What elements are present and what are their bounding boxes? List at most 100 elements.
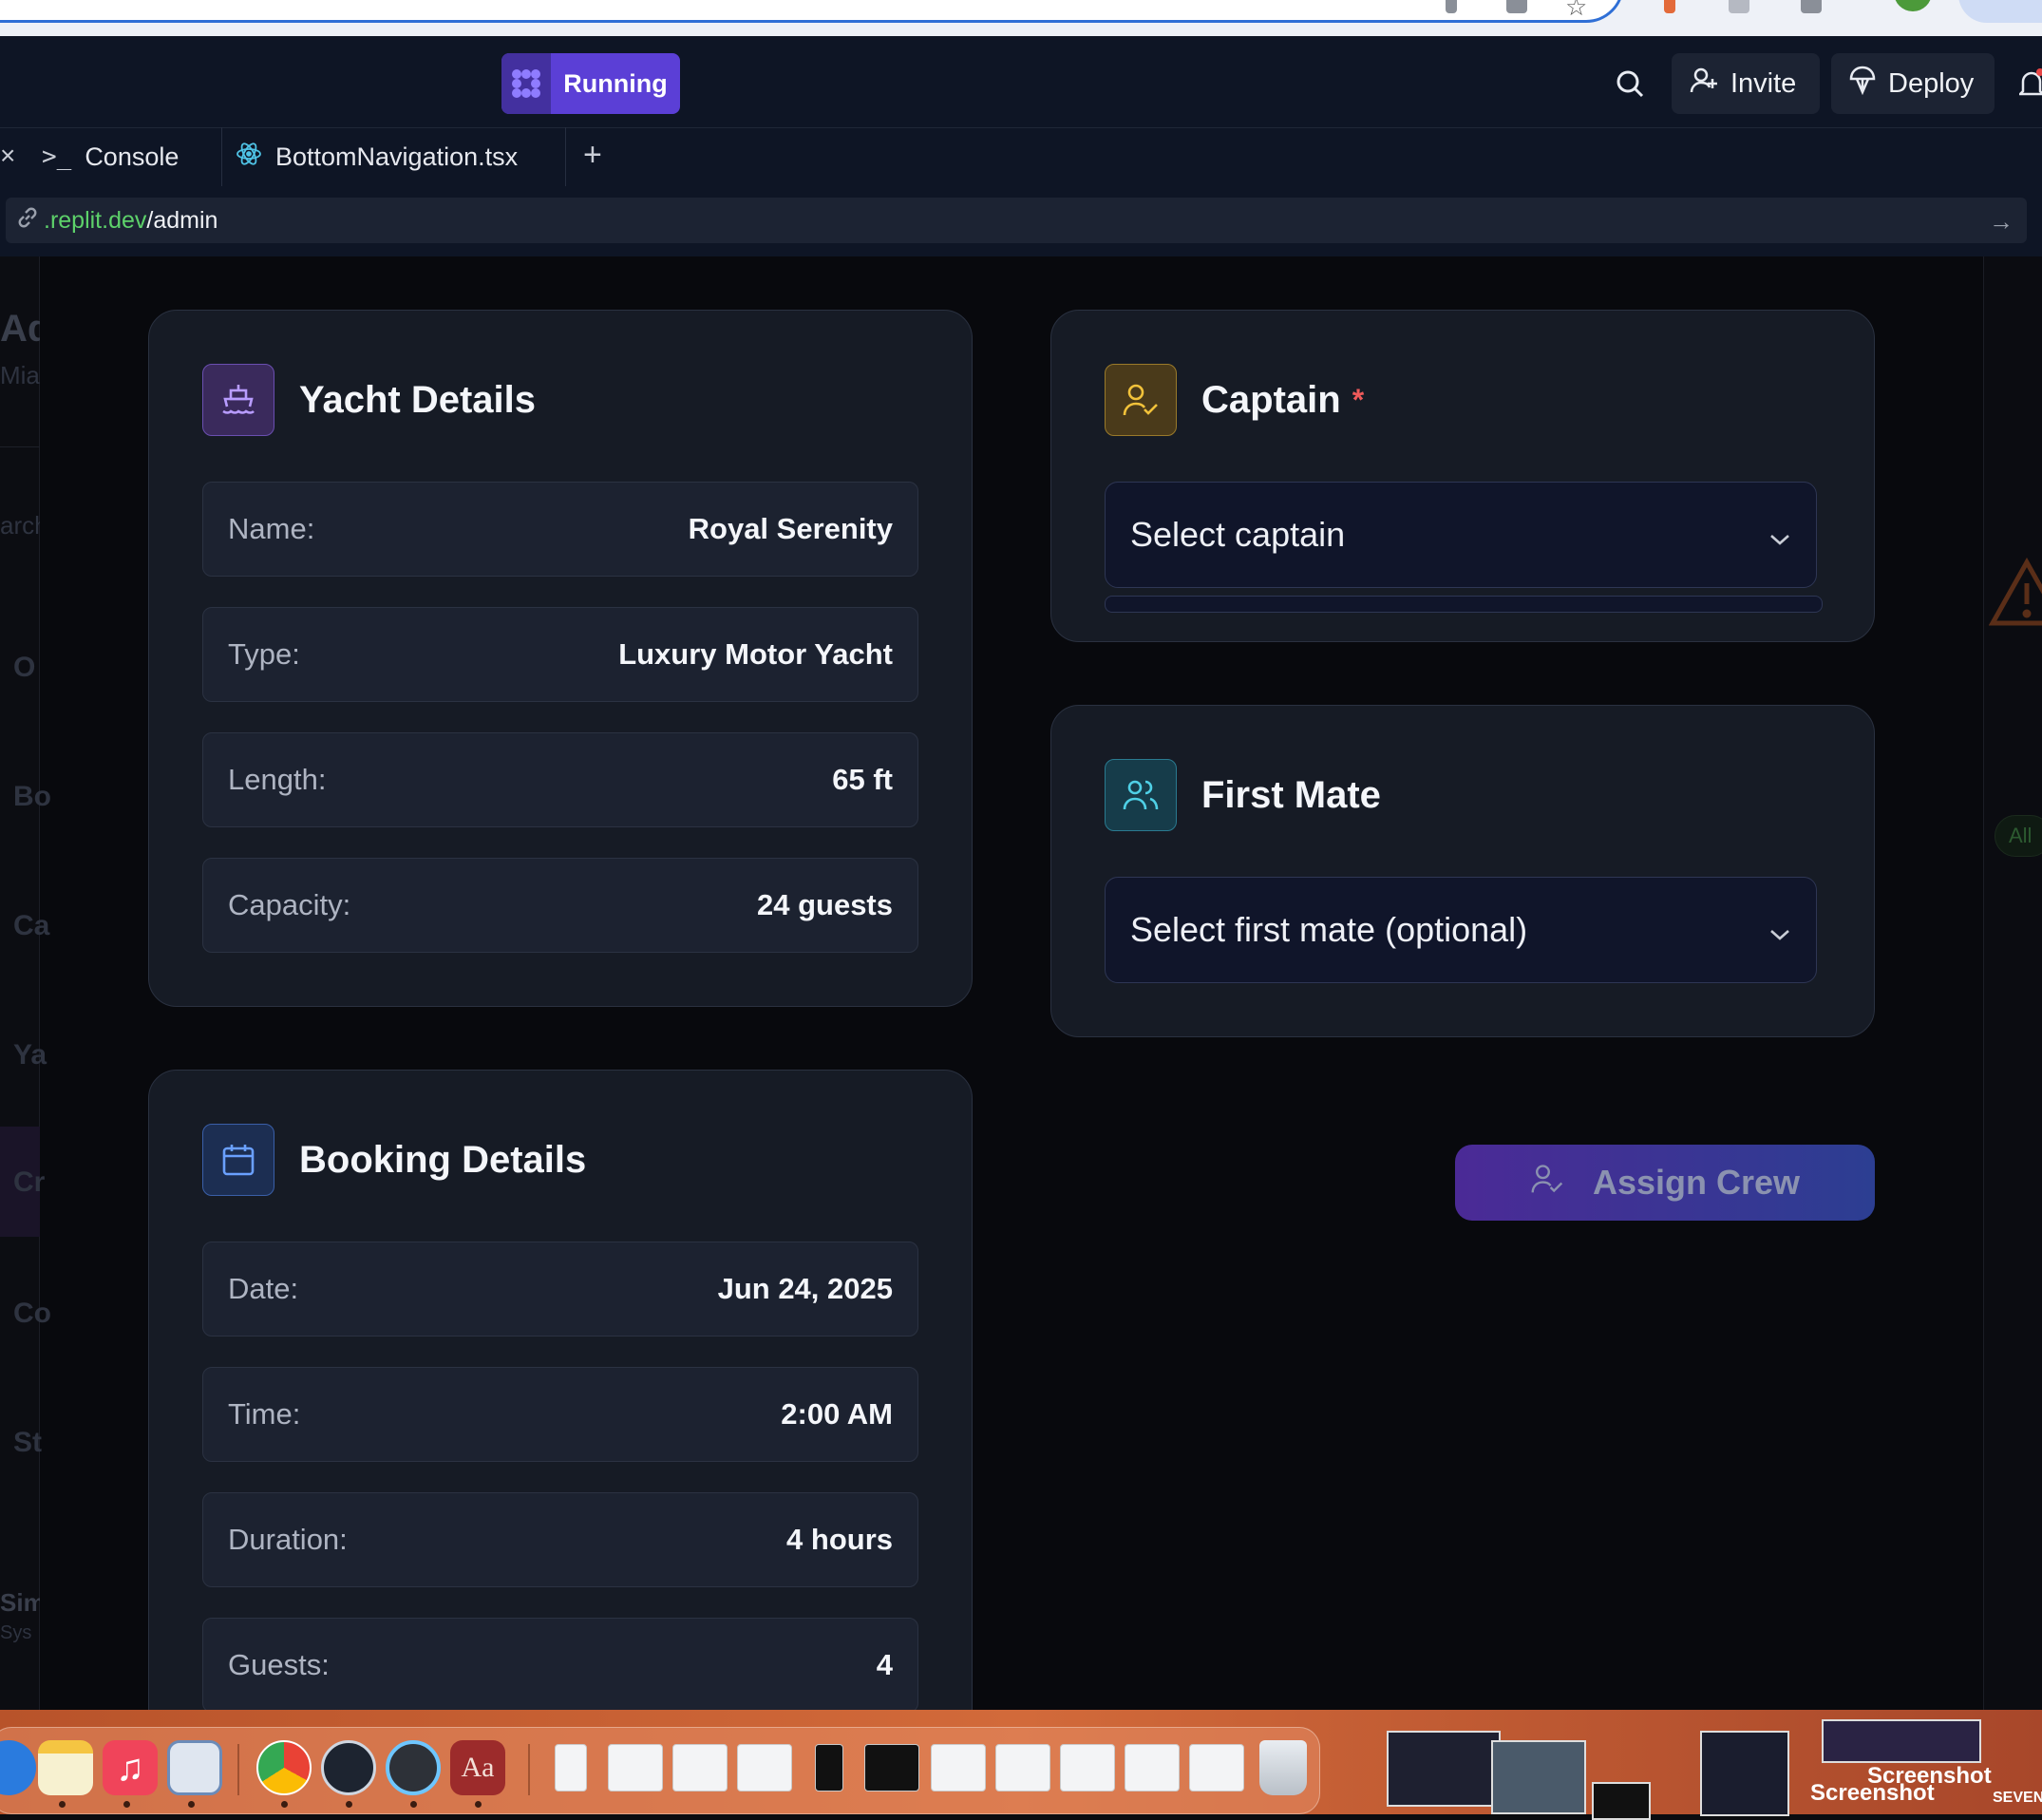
row-value: 4: [876, 1648, 893, 1681]
react-icon: [236, 141, 262, 174]
admin-sidebar-edge: [0, 256, 40, 1710]
browser-omnibox[interactable]: [0, 0, 1624, 23]
captain-dropdown-list[interactable]: [1105, 596, 1823, 613]
document-thumbnail[interactable]: [931, 1744, 986, 1792]
music-icon[interactable]: ♫: [103, 1740, 158, 1795]
run-status-button[interactable]: Running: [501, 53, 680, 114]
row-value: Luxury Motor Yacht: [618, 637, 893, 671]
document-thumbnail[interactable]: [555, 1744, 587, 1792]
sidebar-subtitle-fragment: Mia: [0, 361, 40, 389]
trash-icon[interactable]: [1259, 1740, 1307, 1795]
search-icon[interactable]: [1615, 68, 1645, 104]
quicktime-icon[interactable]: [386, 1740, 441, 1795]
bookmark-star-icon[interactable]: ☆: [1565, 0, 1587, 22]
desktop-screenshot-file[interactable]: [1387, 1731, 1501, 1807]
screenshot-thumbnail[interactable]: [864, 1744, 919, 1792]
row-label: Name:: [228, 512, 315, 545]
yacht-capacity-row: Capacity: 24 guests: [202, 858, 918, 953]
captain-select[interactable]: Select captain: [1105, 482, 1817, 588]
first-mate-select-placeholder: Select first mate (optional): [1130, 910, 1528, 949]
right-panel-edge: [1983, 256, 2042, 1710]
new-tab-plus-icon[interactable]: +: [583, 137, 602, 174]
tab-icon[interactable]: [1729, 0, 1749, 13]
dock-running-dot: [475, 1801, 482, 1808]
calendar-icon: [202, 1124, 274, 1196]
window-icon[interactable]: [1801, 0, 1822, 13]
desktop-file-label: Screenshot: [1867, 1763, 1992, 1789]
deploy-icon: [1848, 65, 1877, 103]
dock-running-dot: [188, 1801, 195, 1808]
sidebar-item-overview[interactable]: O: [13, 652, 53, 684]
sidebar-title-fragment: Ad: [0, 308, 40, 350]
yacht-type-row: Type: Luxury Motor Yacht: [202, 607, 918, 702]
notifications-bell-icon[interactable]: [2016, 68, 2042, 104]
ship-icon: [202, 364, 274, 436]
booking-guests-row: Guests: 4: [202, 1618, 918, 1713]
document-thumbnail[interactable]: [995, 1744, 1050, 1792]
desktop-screenshot-file[interactable]: [1822, 1719, 1981, 1763]
instruments-icon[interactable]: [321, 1740, 376, 1795]
dock-running-dot: [281, 1801, 288, 1808]
desktop-screenshot-file[interactable]: [1700, 1731, 1789, 1816]
sidebar-item-customers[interactable]: Co: [13, 1298, 53, 1330]
tab-bottom-navigation[interactable]: BottomNavigation.tsx: [222, 127, 566, 186]
filter-all-badge[interactable]: All: [1995, 815, 2042, 857]
document-thumbnail[interactable]: [608, 1744, 663, 1792]
captain-card: Captain * Select captain: [1050, 310, 1875, 642]
dock-running-dot: [123, 1801, 130, 1808]
row-label: Type:: [228, 637, 300, 671]
row-label: Length:: [228, 763, 327, 796]
navigate-arrow-icon[interactable]: →: [1989, 207, 2014, 237]
captain-select-placeholder: Select captain: [1130, 515, 1346, 554]
sidebar-search-fragment[interactable]: arch: [0, 511, 40, 540]
yacht-details-title: Yacht Details: [299, 378, 537, 421]
chrome-icon[interactable]: [256, 1740, 312, 1795]
deploy-button[interactable]: Deploy: [1831, 53, 1995, 114]
required-asterisk: *: [1352, 382, 1365, 417]
row-value: 4 hours: [786, 1523, 893, 1556]
document-thumbnail[interactable]: [1189, 1744, 1244, 1792]
preview-icon[interactable]: [167, 1740, 222, 1795]
notes-icon[interactable]: [38, 1740, 93, 1795]
yacht-length-row: Length: 65 ft: [202, 732, 918, 827]
sidebar-item-bookings[interactable]: Bo: [13, 781, 53, 813]
dock-divider: [237, 1744, 239, 1795]
booking-time-row: Time: 2:00 AM: [202, 1367, 918, 1462]
document-thumbnail[interactable]: [1060, 1744, 1115, 1792]
row-label: Date:: [228, 1272, 299, 1305]
document-thumbnail[interactable]: [1125, 1744, 1180, 1792]
invite-button[interactable]: Invite: [1672, 53, 1820, 114]
sidebar-user-name: Sim: [0, 1588, 40, 1617]
document-thumbnail[interactable]: [737, 1744, 792, 1792]
webview-url-field[interactable]: .replit.dev /admin: [6, 198, 2027, 243]
row-value: Jun 24, 2025: [717, 1272, 893, 1305]
warning-icon: [1988, 555, 2042, 635]
media-icon[interactable]: [1506, 0, 1527, 13]
row-value: 65 ft: [832, 763, 893, 796]
booking-details-card: Booking Details Date: Jun 24, 2025 Time: 2…: [148, 1070, 973, 1754]
deploy-label: Deploy: [1888, 67, 1975, 99]
desktop-screenshot-file[interactable]: [1592, 1782, 1651, 1820]
close-tab-icon[interactable]: ×: [0, 141, 15, 171]
booking-date-row: Date: Jun 24, 2025: [202, 1242, 918, 1337]
assign-crew-label: Assign Crew: [1592, 1163, 1801, 1202]
document-thumbnail[interactable]: [672, 1744, 728, 1792]
phone-screenshot-thumbnail[interactable]: [815, 1744, 843, 1792]
desktop-screenshot-file[interactable]: [1491, 1740, 1586, 1814]
invite-label: Invite: [1730, 67, 1797, 99]
sidebar-item-staff[interactable]: St: [13, 1427, 53, 1459]
row-label: Time:: [228, 1397, 301, 1431]
extension-icon[interactable]: [1446, 0, 1457, 13]
sidebar-item-crew: Cr: [13, 1166, 46, 1198]
flag-icon[interactable]: [1664, 0, 1675, 13]
sidebar-item-calendar[interactable]: Ca: [13, 910, 53, 942]
first-mate-title: First Mate: [1201, 773, 1381, 816]
link-icon: [15, 205, 40, 237]
sidebar-item-yachts[interactable]: Ya: [13, 1039, 53, 1071]
dock-running-dot: [346, 1801, 352, 1808]
assign-crew-button[interactable]: Assign Crew: [1455, 1145, 1875, 1221]
booking-duration-row: Duration: 4 hours: [202, 1492, 918, 1587]
dictionary-icon[interactable]: Aa: [450, 1740, 505, 1795]
first-mate-select[interactable]: Select first mate (optional): [1105, 877, 1817, 983]
tab-console[interactable]: >_ Console: [28, 127, 222, 186]
